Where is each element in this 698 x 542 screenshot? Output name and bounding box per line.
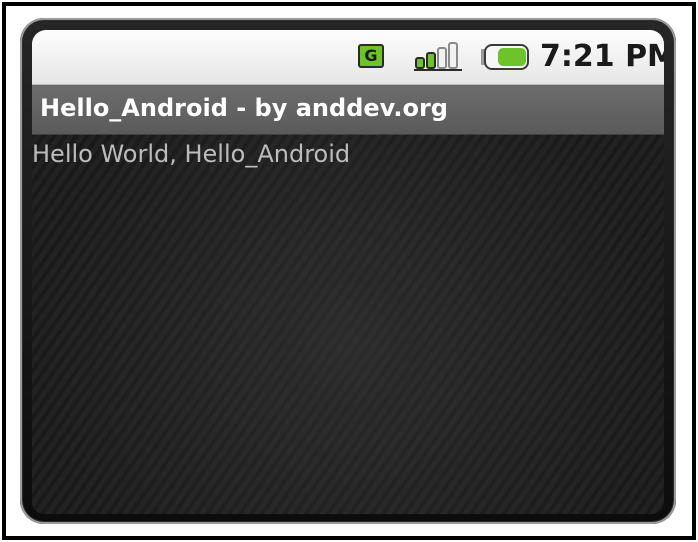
status-clock: 7:21 PM: [540, 39, 664, 74]
screenshot-frame: G 7:21 PM Hello_Android - by anddev.org: [2, 2, 696, 540]
hello-text-view: Hello World, Hello_Android: [32, 140, 351, 168]
device-bezel: G 7:21 PM Hello_Android - by anddev.org: [20, 18, 676, 524]
network-type-icon: G: [358, 44, 384, 68]
app-title-bar: Hello_Android - by anddev.org: [32, 85, 664, 135]
battery-icon: [481, 44, 529, 70]
signal-strength-icon: [414, 42, 462, 71]
phone-screen: G 7:21 PM Hello_Android - by anddev.org: [32, 30, 664, 514]
app-title: Hello_Android - by anddev.org: [40, 94, 448, 122]
status-bar[interactable]: G 7:21 PM: [32, 30, 664, 85]
